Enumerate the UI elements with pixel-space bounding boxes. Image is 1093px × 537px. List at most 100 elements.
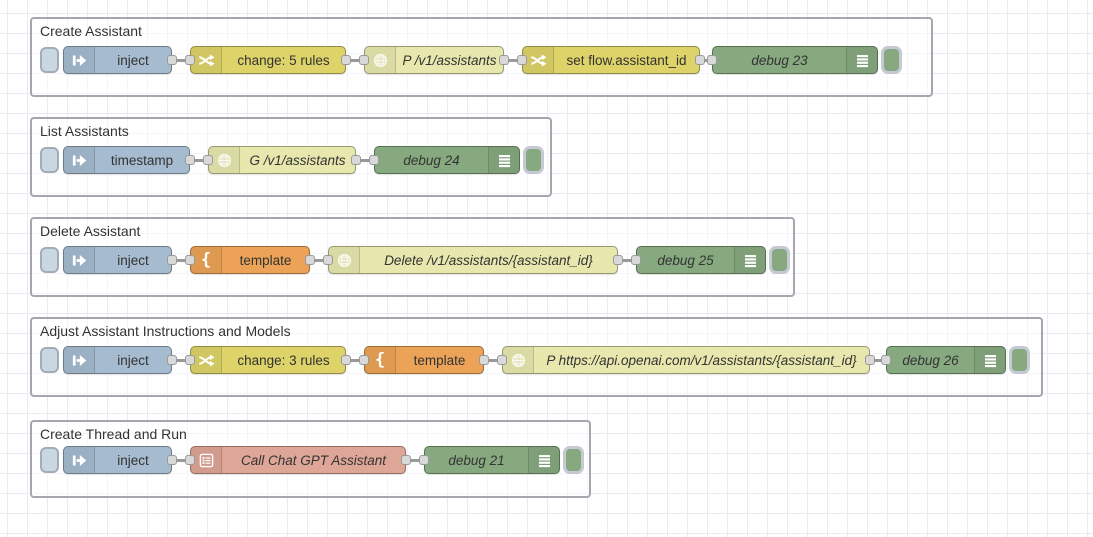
output-port[interactable]: [865, 355, 875, 365]
input-port[interactable]: [185, 255, 195, 265]
debug-node[interactable]: debug 25: [631, 246, 766, 274]
inject-button[interactable]: [40, 147, 59, 173]
shuffle-icon: [191, 47, 222, 73]
node-label: G /v1/assistants: [249, 152, 346, 168]
input-port[interactable]: [185, 55, 195, 65]
inject-button[interactable]: [40, 247, 59, 273]
list-lines-icon: [846, 47, 877, 73]
globe-icon: [209, 147, 240, 173]
node-label: debug 26: [902, 352, 959, 368]
debug-toggle-button[interactable]: [1010, 347, 1029, 373]
output-port[interactable]: [185, 155, 195, 165]
inject-node[interactable]: inject: [63, 446, 177, 474]
output-port[interactable]: [167, 255, 177, 265]
node-label: set flow.assistant_id: [566, 52, 687, 68]
inject-node[interactable]: timestamp: [63, 146, 195, 174]
node-label: inject: [117, 52, 149, 68]
inject-node[interactable]: inject: [63, 246, 177, 274]
inject-arrow-icon: [64, 447, 95, 473]
flow-editor-canvas[interactable]: Create Assistant List Assistants Delete …: [0, 0, 1093, 537]
output-port[interactable]: [401, 455, 411, 465]
input-port[interactable]: [359, 55, 369, 65]
input-port[interactable]: [323, 255, 333, 265]
globe-icon: [365, 47, 396, 73]
inject-arrow-icon: [64, 147, 95, 173]
output-port[interactable]: [167, 55, 177, 65]
group-label: Create Thread and Run: [40, 426, 187, 442]
input-port[interactable]: [517, 55, 527, 65]
http-request-node[interactable]: Delete /v1/assistants/{assistant_id}: [323, 246, 623, 274]
input-port[interactable]: [631, 255, 641, 265]
debug-toggle-button[interactable]: [770, 247, 789, 273]
output-port[interactable]: [613, 255, 623, 265]
inject-button[interactable]: [40, 47, 59, 73]
output-port[interactable]: [351, 155, 361, 165]
debug-node[interactable]: debug 21: [419, 446, 560, 474]
input-port[interactable]: [203, 155, 213, 165]
output-port[interactable]: [167, 355, 177, 365]
list-lines-icon: [488, 147, 519, 173]
output-port[interactable]: [305, 255, 315, 265]
inject-arrow-icon: [64, 347, 95, 373]
globe-icon: [329, 247, 360, 273]
debug-node[interactable]: debug 24: [369, 146, 520, 174]
group-label: Delete Assistant: [40, 223, 141, 239]
node-label: debug 21: [448, 452, 505, 468]
inject-arrow-icon: [64, 47, 95, 73]
node-label: Call Chat GPT Assistant: [240, 452, 387, 468]
output-port[interactable]: [479, 355, 489, 365]
group-label: Create Assistant: [40, 23, 142, 39]
debug-toggle-button[interactable]: [882, 47, 901, 73]
inject-arrow-icon: [64, 247, 95, 273]
template-node[interactable]: { template: [185, 246, 315, 274]
template-node[interactable]: { template: [359, 346, 489, 374]
node-label: debug 24: [403, 152, 460, 168]
debug-toggle-button[interactable]: [564, 447, 583, 473]
node-label: template: [413, 352, 466, 368]
input-port[interactable]: [881, 355, 891, 365]
output-port[interactable]: [341, 355, 351, 365]
change-node[interactable]: set flow.assistant_id: [517, 46, 705, 74]
node-label: debug 25: [657, 252, 714, 268]
input-port[interactable]: [185, 355, 195, 365]
node-label: template: [239, 252, 292, 268]
debug-node[interactable]: debug 26: [881, 346, 1006, 374]
change-node[interactable]: change: 5 rules: [185, 46, 351, 74]
input-port[interactable]: [497, 355, 507, 365]
globe-icon: [503, 347, 534, 373]
node-label: change: 3 rules: [237, 352, 330, 368]
http-request-node[interactable]: P /v1/assistants: [359, 46, 509, 74]
node-label: change: 5 rules: [237, 52, 330, 68]
input-port[interactable]: [359, 355, 369, 365]
curly-brace-icon: {: [365, 347, 396, 373]
http-request-node[interactable]: P https://api.openai.com/v1/assistants/{…: [497, 346, 875, 374]
output-port[interactable]: [695, 55, 705, 65]
input-port[interactable]: [185, 455, 195, 465]
change-node[interactable]: change: 3 rules: [185, 346, 351, 374]
inject-node[interactable]: inject: [63, 46, 177, 74]
output-port[interactable]: [167, 455, 177, 465]
input-port[interactable]: [419, 455, 429, 465]
list-lines-icon: [734, 247, 765, 273]
debug-node[interactable]: debug 23: [707, 46, 878, 74]
debug-toggle-button[interactable]: [524, 147, 543, 173]
output-port[interactable]: [341, 55, 351, 65]
node-label: inject: [117, 252, 149, 268]
output-port[interactable]: [499, 55, 509, 65]
http-request-node[interactable]: G /v1/assistants: [203, 146, 361, 174]
node-label: P /v1/assistants: [402, 52, 497, 68]
list-lines-icon: [528, 447, 559, 473]
curly-brace-icon: {: [191, 247, 222, 273]
group-label: Adjust Assistant Instructions and Models: [40, 323, 291, 339]
node-label: debug 23: [751, 52, 808, 68]
node-label: inject: [117, 452, 149, 468]
node-label: inject: [117, 352, 149, 368]
input-port[interactable]: [369, 155, 379, 165]
inject-button[interactable]: [40, 347, 59, 373]
chatgpt-assistant-node[interactable]: Call Chat GPT Assistant: [185, 446, 411, 474]
inject-node[interactable]: inject: [63, 346, 177, 374]
form-lines-icon: [191, 447, 222, 473]
inject-button[interactable]: [40, 447, 59, 473]
input-port[interactable]: [707, 55, 717, 65]
node-label: timestamp: [110, 152, 174, 168]
